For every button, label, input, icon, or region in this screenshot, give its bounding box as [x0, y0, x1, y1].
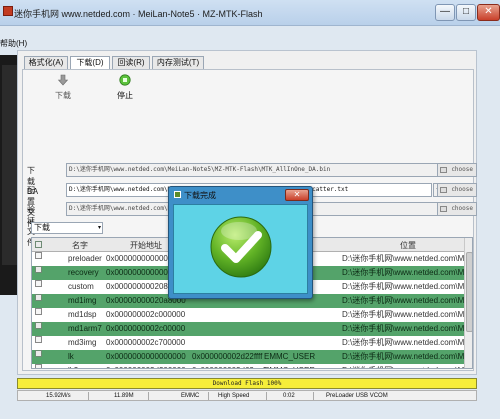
status-bar: 15.92M/s 11.89M EMMC High Speed 0:02 Pre… [17, 390, 477, 401]
status-size: 11.89M [114, 393, 134, 399]
choose-label: choose [451, 166, 473, 173]
folder-icon [440, 187, 447, 193]
status-divider [148, 392, 149, 400]
cell-location: D:\迷你手机网\www.netded.com\Mei... [342, 324, 464, 333]
cell-location: D:\迷你手机网\www.netded.com\Mei... [342, 338, 464, 347]
menu-help[interactable]: 帮助(H) [0, 38, 27, 49]
da-path-field[interactable]: D:\迷你手机网\www.netded.com\MeiLan-Note5\MZ-… [66, 163, 451, 177]
row-checkbox[interactable] [35, 322, 42, 329]
status-divider [313, 392, 314, 400]
download-complete-dialog: 下载完成 ✕ [168, 186, 313, 299]
status-divider [88, 392, 89, 400]
tab-readback[interactable]: 回读(R) [112, 56, 150, 70]
status-divider [208, 392, 209, 400]
dialog-app-icon [174, 191, 181, 198]
cell-location: D:\迷你手机网\www.netded.com\Mei... [342, 364, 464, 368]
menu-bar: 帮助(H) [0, 38, 500, 50]
cell-name: lk2 [68, 364, 78, 368]
choose-auth-button[interactable]: choose [437, 202, 477, 216]
table-row[interactable]: lk 0x0000000000000000 0x000000002d22ffff EM… [32, 350, 464, 364]
success-check-icon [210, 216, 272, 278]
table-scrollbar[interactable] [464, 238, 472, 368]
cell-location: D:\迷你手机网\www.netded.com\Mei... [342, 296, 464, 305]
close-window-button[interactable]: ✕ [477, 4, 500, 21]
row-checkbox[interactable] [35, 252, 42, 259]
cell-region: EMMC_USER [264, 364, 315, 368]
cell-start: 0x000000002d200000 [106, 364, 186, 368]
table-row[interactable]: md1dsp 0x000000002c000000 D:\迷你手机网\www.net… [32, 308, 464, 322]
header-start: 开始地址 [130, 241, 162, 250]
status-port: PreLoader USB VCOM [326, 393, 388, 399]
header-location: 位置 [400, 241, 416, 250]
select-all-checkbox[interactable] [35, 241, 42, 248]
row-checkbox[interactable] [35, 280, 42, 287]
maximize-button[interactable]: □ [456, 4, 476, 21]
cell-location: D:\迷你手机网\www.netded.com\Mei... [342, 310, 464, 319]
mode-selected-value: 下载 [34, 223, 50, 232]
folder-icon [440, 167, 447, 173]
row-checkbox[interactable] [35, 294, 42, 301]
window-title: 迷你手机网 www.netded.com · MeiLan-Note5 · MZ… [14, 9, 263, 19]
row-checkbox[interactable] [35, 350, 42, 357]
chevron-down-icon: ▾ [97, 225, 101, 231]
choose-label: choose [451, 186, 473, 193]
stop-button[interactable]: 停止 [111, 74, 139, 101]
cell-name: custom [68, 282, 94, 291]
cell-name: lk [68, 352, 74, 361]
cell-end: 0x000000002d63aaf [192, 364, 265, 368]
dialog-titlebar: 下载完成 ✕ [169, 187, 312, 203]
choose-scatter-button[interactable]: choose [437, 183, 477, 197]
cell-start: 0x000000002c700000 [106, 338, 186, 347]
row-checkbox[interactable] [35, 364, 42, 368]
cell-location: D:\迷你手机网\www.netded.com\Mei... [342, 254, 464, 263]
cell-name: preloader [68, 254, 102, 263]
cell-start: 0x0000000000000000 [106, 352, 186, 361]
choose-da-button[interactable]: choose [437, 163, 477, 177]
download-label: 下载 [55, 91, 71, 100]
cell-name: md1img [68, 296, 97, 305]
cell-name: recovery [68, 268, 99, 277]
scrollbar-thumb[interactable] [466, 252, 472, 332]
window-titlebar: 迷你手机网 www.netded.com · MeiLan-Note5 · MZ… [0, 0, 500, 26]
cell-name: md1arm7 [68, 324, 102, 333]
folder-icon [440, 206, 447, 212]
cell-location: D:\迷你手机网\www.netded.com\Mei... [342, 282, 464, 291]
stop-icon [119, 74, 131, 86]
table-row[interactable]: lk2 0x000000002d200000 0x000000002d63aafEM… [32, 364, 464, 368]
stop-label: 停止 [117, 91, 133, 100]
row-checkbox[interactable] [35, 308, 42, 315]
download-mode-select[interactable]: 下载 ▾ [31, 222, 103, 234]
cell-location: D:\迷你手机网\www.netded.com\Mei... [342, 268, 464, 277]
status-divider [266, 392, 267, 400]
status-time: 0:02 [283, 393, 295, 399]
status-storage: EMMC [181, 393, 200, 399]
download-arrow-icon [57, 74, 69, 86]
choose-label: choose [451, 205, 473, 212]
cell-start: 0x000000002c000000 [106, 310, 186, 319]
cell-location: D:\迷你手机网\www.netded.com\Mei... [342, 352, 464, 361]
download-progress-bar: Download Flash 100% [17, 378, 477, 389]
dialog-title: 下载完成 [184, 191, 216, 200]
status-usb-speed: High Speed [218, 393, 250, 399]
row-checkbox[interactable] [35, 336, 42, 343]
cell-name: md3img [68, 338, 97, 347]
tab-format[interactable]: 格式化(A) [24, 56, 68, 70]
table-row[interactable]: md3img 0x000000002c700000 D:\迷你手机网\www.net… [32, 336, 464, 350]
app-logo-icon [3, 6, 13, 16]
cell-name: md1dsp [68, 310, 97, 319]
table-row[interactable]: md1arm7 0x0000000002c00000 D:\迷你手机网\www.ne… [32, 322, 464, 336]
tab-memory-test[interactable]: 内存测试(T) [152, 56, 204, 70]
header-name: 名字 [72, 241, 88, 250]
cell-start: 0x0000000002c00000 [106, 324, 186, 333]
download-button[interactable]: 下载 [49, 74, 77, 101]
dialog-close-button[interactable]: ✕ [285, 189, 309, 201]
status-speed: 15.92M/s [46, 393, 71, 399]
cell-end: 0x000000002d22ffff [192, 352, 263, 361]
dialog-body [173, 204, 308, 294]
row-checkbox[interactable] [35, 266, 42, 273]
cell-region: EMMC_USER [264, 352, 316, 361]
minimize-button[interactable]: — [435, 4, 455, 21]
